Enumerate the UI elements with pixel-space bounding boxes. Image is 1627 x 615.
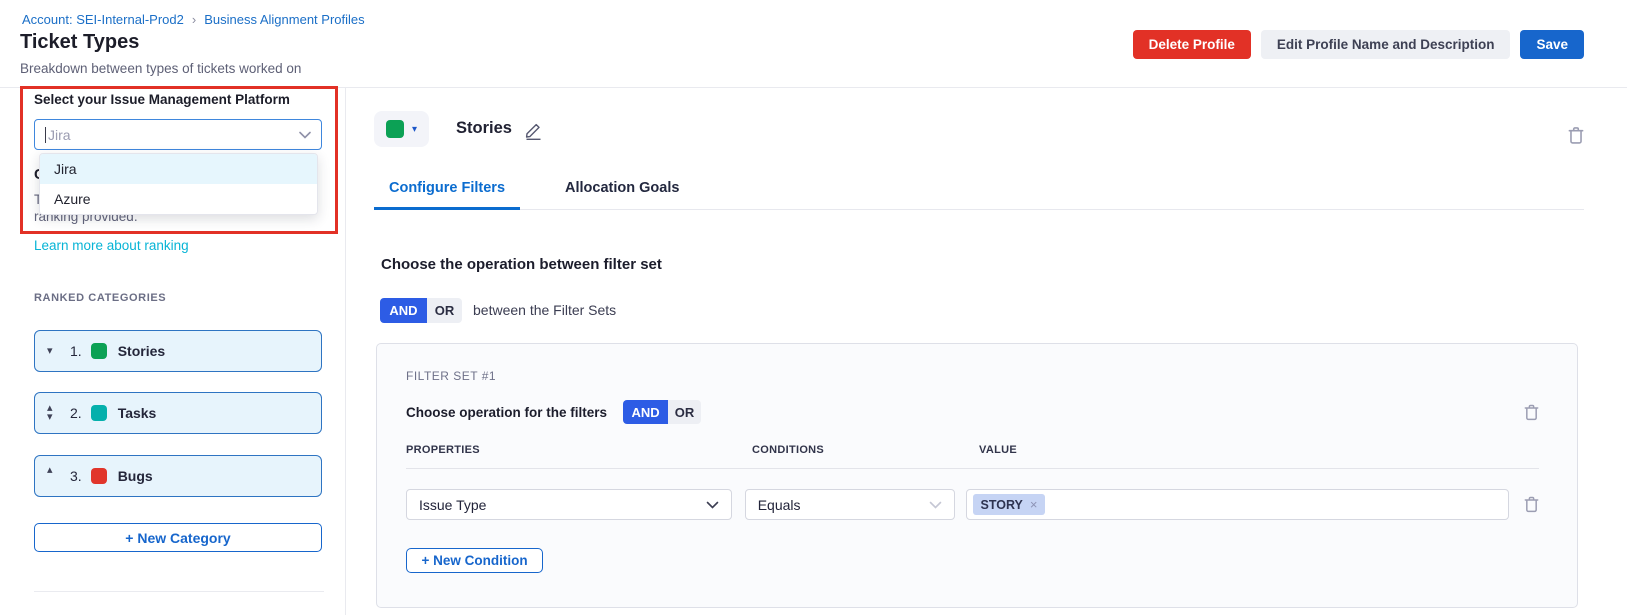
caret-up-icon: ▴ <box>47 466 70 475</box>
dropdown-option-azure[interactable]: Azure <box>40 184 317 214</box>
sidebar-divider <box>345 88 346 615</box>
filter-operation-label: Choose operation for the filters <box>406 405 607 420</box>
category-card-bugs[interactable]: ▴ 3. Bugs <box>34 455 322 497</box>
operation-heading: Choose the operation between filter set <box>381 256 662 273</box>
caret-down-icon: ▾ <box>47 347 70 356</box>
breadcrumb-section-link[interactable]: Business Alignment Profiles <box>204 12 364 27</box>
category-color-picker[interactable]: ▾ <box>374 111 429 147</box>
delete-filter-set-icon[interactable] <box>1524 404 1539 421</box>
platform-select[interactable]: Jira <box>34 119 322 150</box>
filter-set-title: FILTER SET #1 <box>406 369 1539 383</box>
delete-category-icon[interactable] <box>1568 126 1584 145</box>
or-toggle-button[interactable]: OR <box>427 298 462 323</box>
page-subtitle: Breakdown between types of tickets worke… <box>20 61 301 76</box>
save-button[interactable]: Save <box>1520 30 1584 59</box>
ranked-categories-label: RANKED CATEGORIES <box>34 292 166 304</box>
edit-icon[interactable] <box>524 121 543 145</box>
dropdown-option-jira[interactable]: Jira <box>40 154 317 184</box>
platform-label: Select your Issue Management Platform <box>34 92 290 107</box>
category-rank: 2. <box>70 405 82 421</box>
move-up-icon[interactable]: ▴ <box>47 466 70 475</box>
delete-condition-icon[interactable] <box>1524 496 1539 513</box>
value-tag-label: STORY <box>981 498 1023 512</box>
category-title: Stories <box>456 119 512 138</box>
new-condition-button[interactable]: + New Condition <box>406 548 543 573</box>
category-name: Bugs <box>118 468 153 484</box>
operation-caption: between the Filter Sets <box>473 302 616 318</box>
category-name: Stories <box>118 343 165 359</box>
column-header-conditions: CONDITIONS <box>752 444 824 456</box>
or-toggle-button[interactable]: OR <box>668 400 701 424</box>
chevron-down-icon <box>929 501 942 509</box>
breadcrumb-account-link[interactable]: Account: SEI-Internal-Prod2 <box>22 12 184 27</box>
category-color-swatch <box>91 405 107 421</box>
filters-operation-toggle: AND OR <box>623 400 701 424</box>
tab-bar: Configure Filters Allocation Goals <box>374 180 1584 210</box>
move-down-icon[interactable]: ▾ <box>47 347 70 356</box>
breadcrumb-separator-icon: › <box>192 12 196 27</box>
reorder-control[interactable]: ▴ ▾ <box>47 404 70 422</box>
page-title: Ticket Types <box>20 31 139 54</box>
filter-condition-row: Issue Type Equals STORY × <box>406 489 1539 520</box>
filter-columns-header: PROPERTIES CONDITIONS VALUE <box>406 444 1539 458</box>
category-color-swatch <box>91 343 107 359</box>
sidebar-bottom-divider <box>34 591 324 592</box>
chevron-down-icon <box>299 131 311 139</box>
chevron-down-icon <box>706 501 719 509</box>
and-toggle-button[interactable]: AND <box>380 298 427 323</box>
tab-configure-filters[interactable]: Configure Filters <box>374 180 520 209</box>
filter-set-card: FILTER SET #1 Choose operation for the f… <box>376 343 1578 608</box>
condition-select[interactable]: Equals <box>745 489 955 520</box>
category-color-swatch <box>91 468 107 484</box>
column-header-properties: PROPERTIES <box>406 444 480 456</box>
learn-more-link[interactable]: Learn more about ranking <box>34 238 189 253</box>
caret-down-icon: ▾ <box>412 124 417 135</box>
condition-select-value: Equals <box>758 497 801 513</box>
category-rank: 1. <box>70 343 82 359</box>
remove-tag-icon[interactable]: × <box>1030 497 1038 512</box>
delete-profile-button[interactable]: Delete Profile <box>1133 30 1251 59</box>
new-category-button[interactable]: + New Category <box>34 523 322 552</box>
and-toggle-button[interactable]: AND <box>623 400 668 424</box>
header-divider <box>0 87 1627 88</box>
filter-header-divider <box>406 468 1539 469</box>
property-select-value: Issue Type <box>419 497 486 513</box>
category-card-tasks[interactable]: ▴ ▾ 2. Tasks <box>34 392 322 434</box>
column-header-value: VALUE <box>979 444 1017 456</box>
page: Account: SEI-Internal-Prod2 › Business A… <box>0 0 1627 615</box>
value-tag: STORY × <box>973 494 1046 515</box>
text-cursor <box>45 127 46 143</box>
category-name: Tasks <box>118 405 157 421</box>
tab-allocation-goals[interactable]: Allocation Goals <box>550 180 694 209</box>
filter-operation-row: Choose operation for the filters AND OR <box>406 400 1539 424</box>
property-select[interactable]: Issue Type <box>406 489 732 520</box>
value-input[interactable]: STORY × <box>966 489 1509 520</box>
category-rank: 3. <box>70 468 82 484</box>
platform-dropdown-menu: Jira Azure <box>39 153 318 215</box>
caret-down-icon: ▾ <box>47 413 70 422</box>
header-actions: Delete Profile Edit Profile Name and Des… <box>1133 30 1584 59</box>
category-card-stories[interactable]: ▾ 1. Stories <box>34 330 322 372</box>
breadcrumb: Account: SEI-Internal-Prod2 › Business A… <box>22 12 365 27</box>
filter-set-operation-toggle: AND OR <box>380 298 462 323</box>
platform-placeholder: Jira <box>48 127 71 143</box>
selected-color-swatch <box>386 120 404 138</box>
edit-profile-button[interactable]: Edit Profile Name and Description <box>1261 30 1511 59</box>
